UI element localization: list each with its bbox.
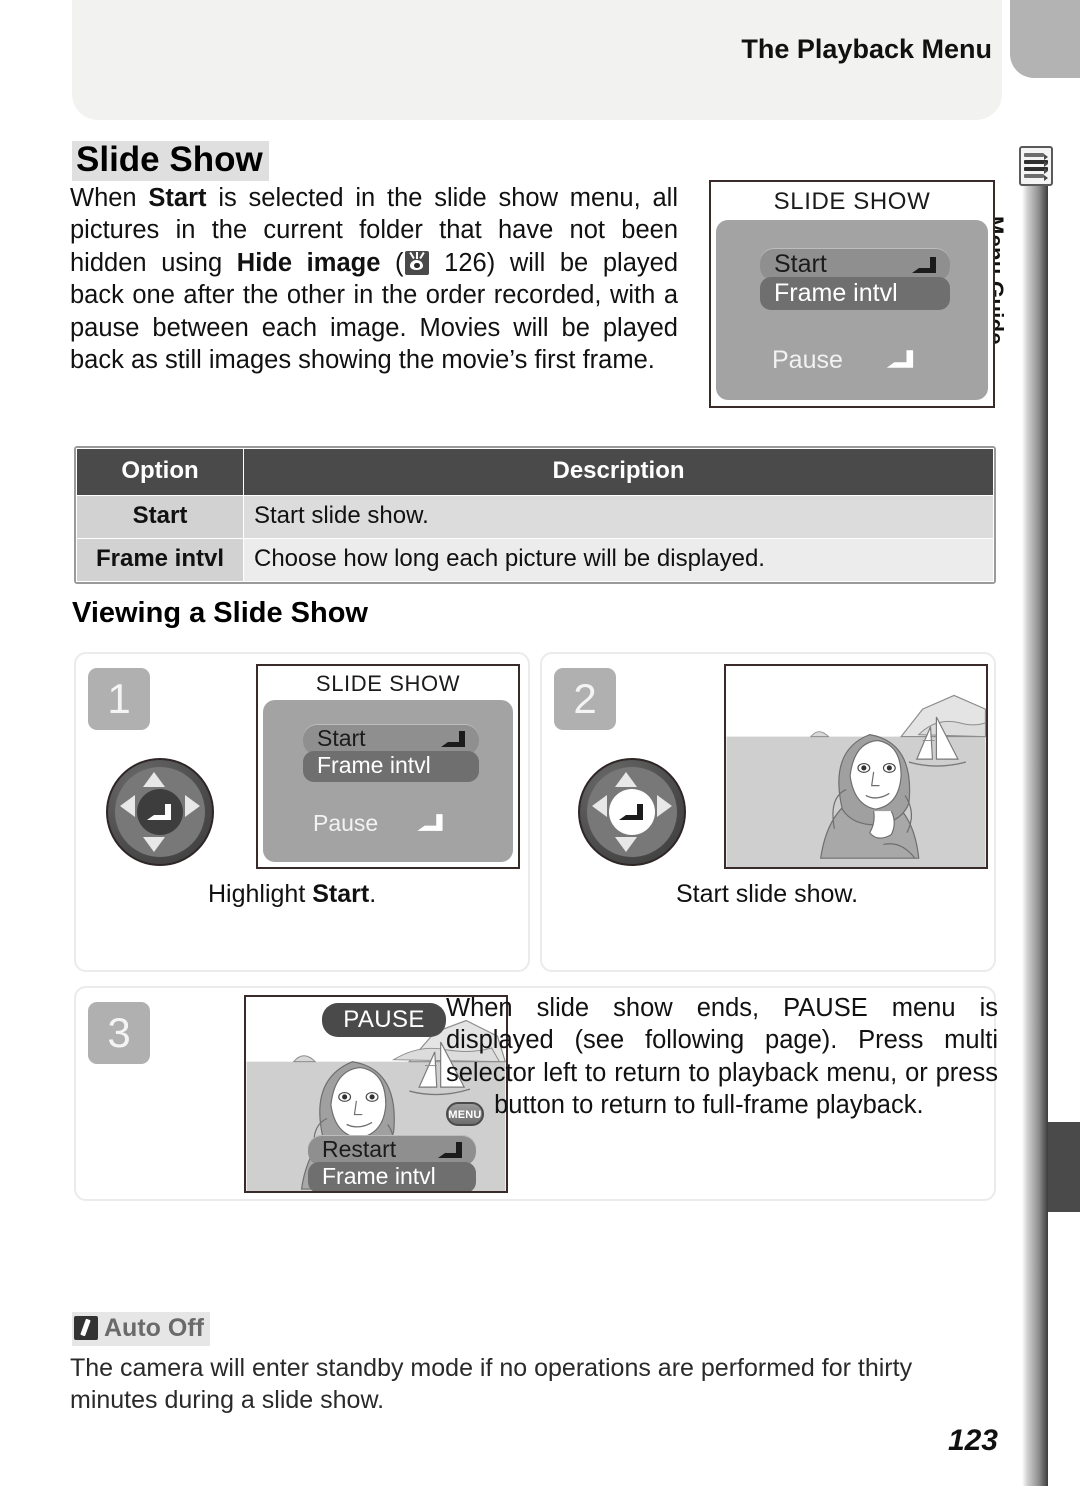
page-title: The Playback Menu xyxy=(741,34,992,64)
table-header-option: Option xyxy=(76,448,244,496)
lcd-menu-item-restart-label: Restart xyxy=(322,1136,397,1162)
step-3-text-1: When slide show ends, PAUSE menu is disp… xyxy=(446,994,998,1087)
multi-selector-right-icon xyxy=(185,795,200,817)
header-corner-tab xyxy=(1010,0,1080,78)
enter-icon xyxy=(438,1142,462,1159)
lcd-pause-badge: PAUSE xyxy=(322,1003,446,1037)
photo-illustration xyxy=(726,666,986,867)
multi-selector-up-icon xyxy=(143,772,165,787)
step-3-body: When slide show ends, PAUSE menu is disp… xyxy=(446,992,998,1127)
step-card-2: 2 Start slide show. xyxy=(540,652,996,972)
table-header-row: Option Description xyxy=(76,448,994,496)
lcd-menu-item-frame-intvl-label: Frame intvl xyxy=(317,751,431,778)
chapter-edge-tab xyxy=(1048,1122,1080,1212)
step-card-1: 1 SLIDE SHOW Start Frame intvl Pause Hig… xyxy=(74,652,530,972)
table-cell-description: Start slide show. xyxy=(243,495,994,539)
enter-icon xyxy=(619,804,643,820)
lcd-pause-label: Pause xyxy=(772,346,843,374)
note-title-label: Auto Off xyxy=(104,1314,204,1342)
intro-text-3: ( xyxy=(380,248,404,277)
enter-icon xyxy=(147,804,171,820)
enter-icon xyxy=(886,350,914,368)
step-number-3: 3 xyxy=(88,1002,150,1064)
table-row: Start Start slide show. xyxy=(76,495,994,539)
table-cell-description: Choose how long each picture will be dis… xyxy=(243,538,994,582)
lcd-title: SLIDE SHOW xyxy=(773,188,931,215)
page-number: 123 xyxy=(947,1424,998,1457)
step-caption-1-bold: Start xyxy=(312,880,370,908)
step-caption-2: Start slide show. xyxy=(676,880,859,908)
step-caption-1-text: Highlight xyxy=(208,880,313,908)
lcd-menu-item-frame-intvl[interactable]: Frame intvl xyxy=(760,277,950,310)
lcd-menu-item-start-label: Start xyxy=(317,725,366,751)
table-row: Frame intvl Choose how long each picture… xyxy=(76,538,994,582)
step-3-text-2: button to return to full-frame playback. xyxy=(487,1091,924,1120)
lcd-menu-item-frame-intvl-label: Frame intvl xyxy=(322,1162,436,1189)
table-header-description: Description xyxy=(243,448,994,496)
lcd-menu-item-frame-intvl-label: Frame intvl xyxy=(774,279,898,307)
multi-selector-center-button[interactable] xyxy=(609,789,655,835)
menu-button-icon: MENU xyxy=(446,1102,484,1127)
eye-page-reference-icon xyxy=(404,250,429,275)
lcd-title: SLIDE SHOW xyxy=(315,671,461,696)
enter-icon xyxy=(441,731,465,748)
intro-page-ref: 126 xyxy=(444,248,487,277)
options-table: Option Description Start Start slide sho… xyxy=(74,446,996,584)
lcd-menu-item-start-label: Start xyxy=(774,250,827,278)
lcd-menu-item-frame-intvl[interactable]: Frame intvl xyxy=(308,1161,476,1191)
slide-show-photo-step2 xyxy=(724,664,988,869)
multi-selector-control[interactable] xyxy=(578,758,686,866)
menu-list-icon xyxy=(1019,146,1053,186)
subsection-heading: Viewing a Slide Show xyxy=(72,597,368,629)
table-cell-option: Start xyxy=(76,495,244,539)
lcd-menu-item-frame-intvl[interactable]: Frame intvl xyxy=(303,750,479,782)
table-cell-option: Frame intvl xyxy=(76,538,244,582)
lcd-slide-show-menu: SLIDE SHOW Start Frame intvl Pause xyxy=(709,180,995,408)
multi-selector-up-icon xyxy=(615,772,637,787)
lcd-pause-label: Pause xyxy=(313,810,379,836)
note-title: Auto Off xyxy=(72,1312,210,1346)
enter-icon xyxy=(417,814,443,831)
multi-selector-down-icon xyxy=(143,837,165,852)
section-heading: Slide Show xyxy=(72,141,269,182)
pencil-icon xyxy=(74,1316,98,1340)
step-caption-1: Highlight Start. xyxy=(208,880,376,909)
enter-icon xyxy=(912,256,936,273)
intro-bold-hide-image: Hide image xyxy=(236,248,381,277)
lcd-step1-slide-show-menu: SLIDE SHOW Start Frame intvl Pause xyxy=(256,664,520,869)
step-caption-1-tail: . xyxy=(369,880,377,908)
chapter-rail xyxy=(1022,180,1048,1486)
section-intro: When Start is selected in the slide show… xyxy=(70,182,678,376)
step-number-1: 1 xyxy=(88,668,150,730)
multi-selector-control[interactable] xyxy=(106,758,214,866)
multi-selector-left-icon xyxy=(592,795,607,817)
multi-selector-center-button[interactable] xyxy=(137,789,183,835)
intro-text-1: When xyxy=(70,184,149,212)
note-body: The camera will enter standby mode if no… xyxy=(70,1354,913,1414)
step-number-2: 2 xyxy=(554,668,616,730)
intro-bold-start: Start xyxy=(148,184,207,212)
multi-selector-right-icon xyxy=(657,795,672,817)
multi-selector-down-icon xyxy=(615,837,637,852)
multi-selector-left-icon xyxy=(120,795,135,817)
